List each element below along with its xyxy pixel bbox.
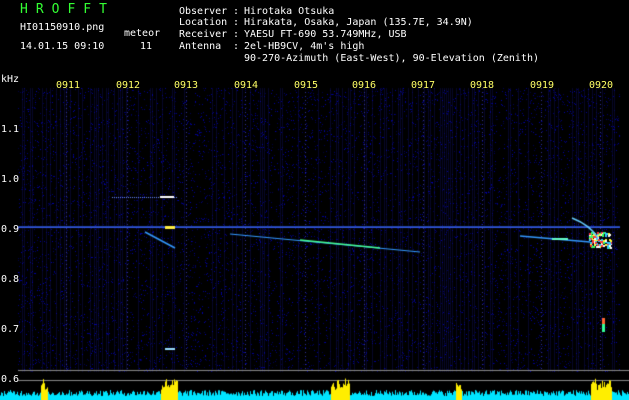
datetime: 14.01.15 09:10 (20, 41, 105, 52)
y-tick-label: 0.9 (1, 224, 20, 235)
hrofft-window: HROFFT HI01150910.png meteor 14.01.15 09… (0, 0, 629, 400)
meteor-count: 11 (140, 41, 153, 52)
receiver-sep: : (233, 29, 240, 40)
x-tick-label: 0915 (294, 80, 319, 91)
y-tick-label: 0.7 (1, 324, 20, 335)
location-label: Location (179, 17, 228, 28)
image-filename: HI01150910.png (20, 22, 105, 33)
observer-value: Hirotaka Otsuka (244, 6, 335, 17)
x-tick-label: 0920 (589, 80, 614, 91)
unit-label: kHz (1, 74, 20, 85)
app-title: HROFFT (20, 2, 115, 17)
x-tick-label: 0917 (411, 80, 436, 91)
x-tick-label: 0911 (56, 80, 81, 91)
x-tick-label: 0916 (352, 80, 377, 91)
y-tick-label: 1.0 (1, 174, 20, 185)
x-tick-label: 0918 (470, 80, 495, 91)
meteor-label: meteor (124, 28, 161, 39)
y-tick-label: 1.1 (1, 124, 20, 135)
antenna-value: 2el-HB9CV, 4m's high (244, 41, 365, 52)
receiver-value: YAESU FT-690 53.749MHz, USB (244, 29, 407, 40)
antenna-value-line2: 90-270-Azimuth (East-West), 90-Elevation… (244, 53, 540, 64)
antenna-label: Antenna (179, 41, 222, 52)
antenna-sep: : (233, 41, 240, 52)
location-value: Hirakata, Osaka, Japan (135.7E, 34.9N) (244, 17, 473, 28)
x-tick-label: 0919 (530, 80, 555, 91)
y-tick-label: 0.8 (1, 274, 20, 285)
y-tick-label: 0.6 (1, 374, 20, 385)
location-sep: : (233, 17, 240, 28)
observer-sep: : (233, 6, 240, 17)
observer-label: Observer (179, 6, 228, 17)
x-tick-label: 0912 (116, 80, 141, 91)
x-tick-label: 0914 (234, 80, 259, 91)
receiver-label: Receiver (179, 29, 228, 40)
x-tick-label: 0913 (174, 80, 199, 91)
